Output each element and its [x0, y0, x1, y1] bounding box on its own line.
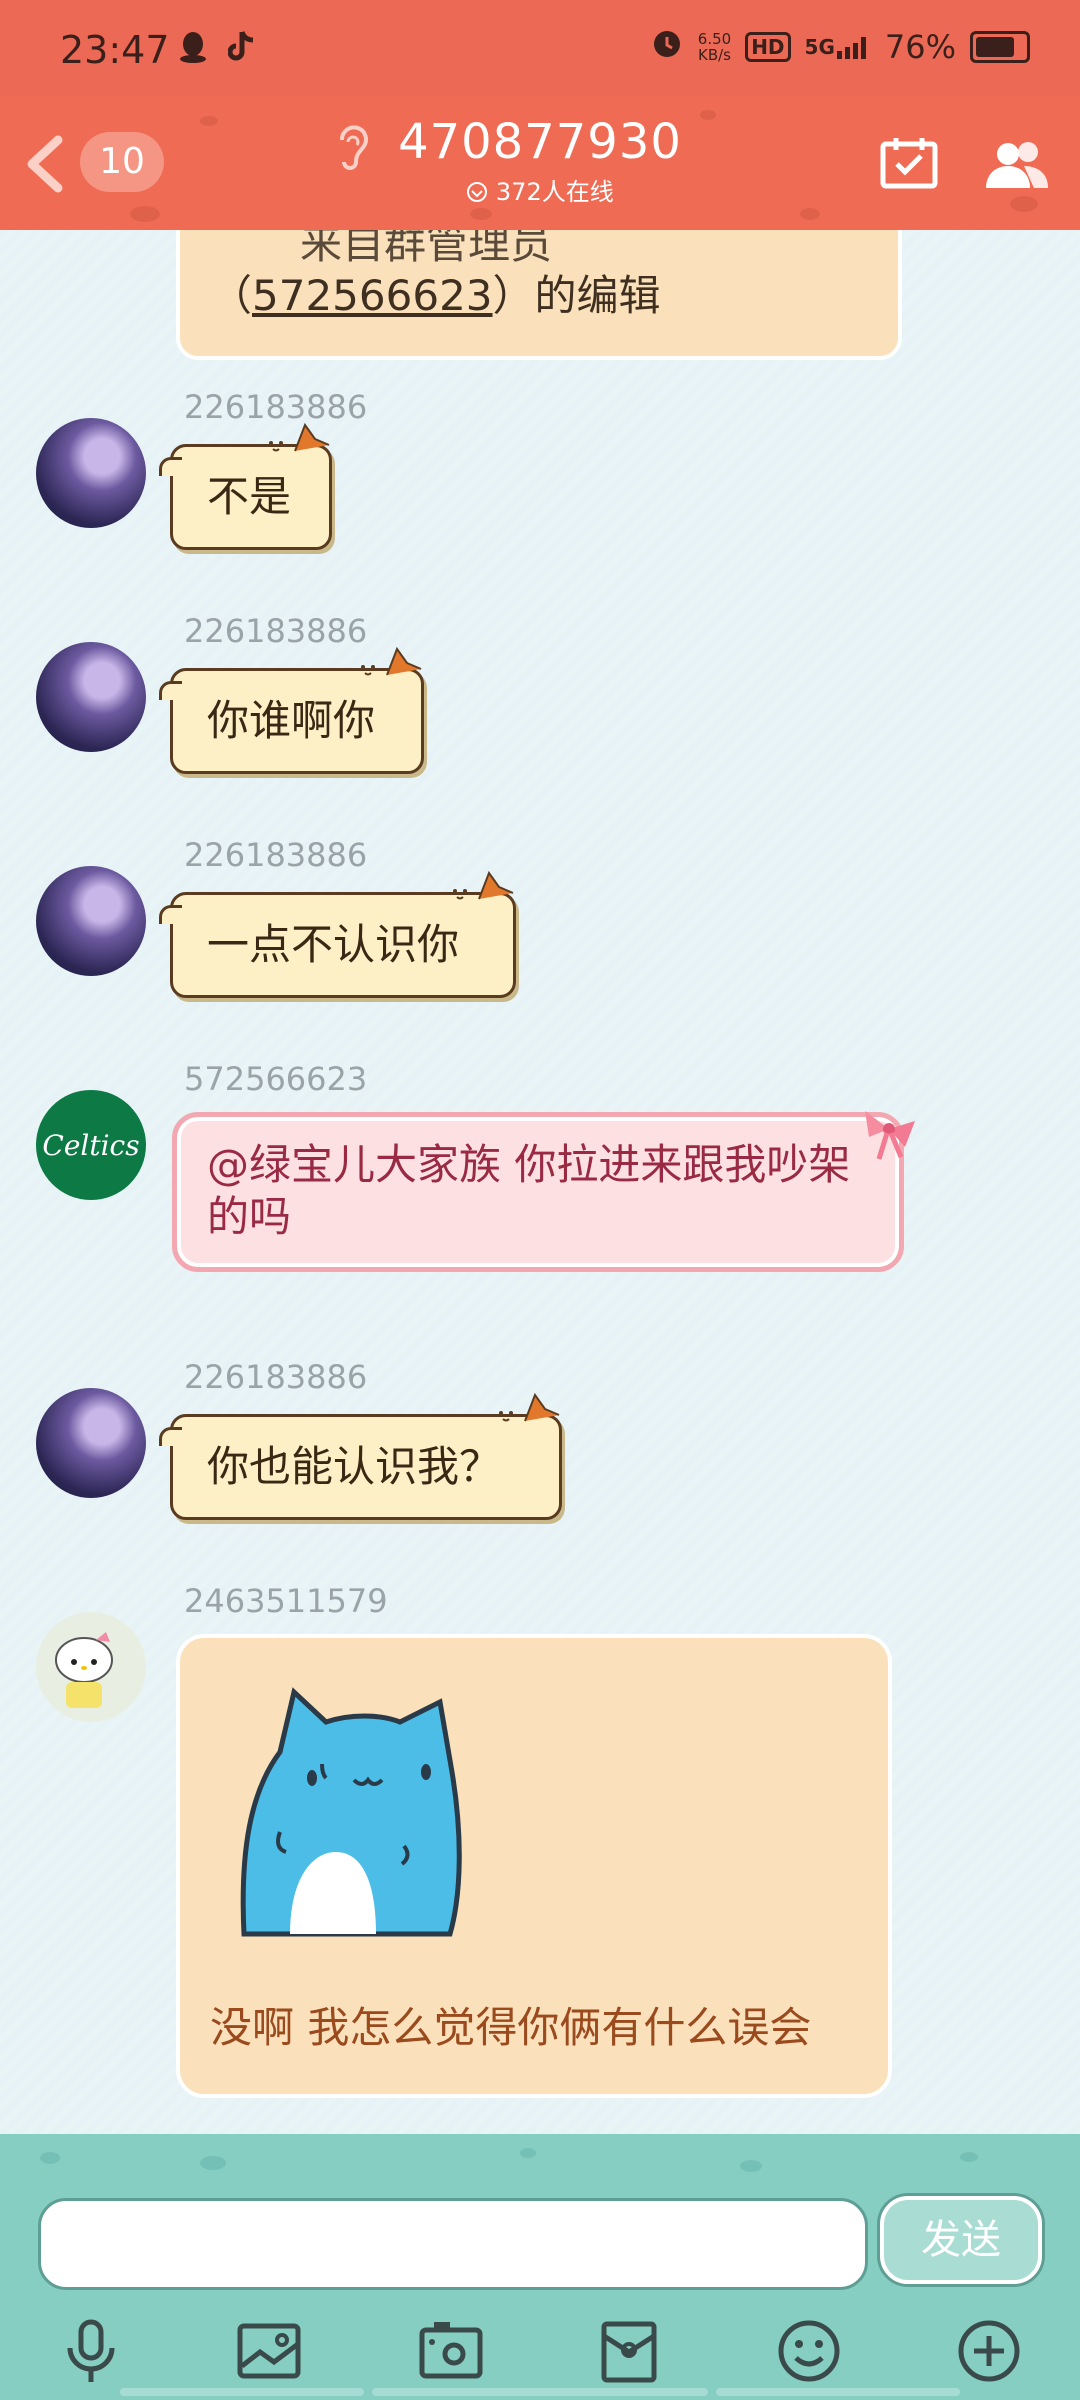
message-bubble[interactable]: 你也能认识我？ — [159, 1392, 562, 1520]
sender-id[interactable]: 226183886 — [184, 836, 367, 874]
net-speed: 6.50 KB/s — [697, 30, 732, 64]
qq-icon — [178, 32, 218, 72]
signal-icon: 5G — [805, 35, 871, 59]
cat-ears-icon — [361, 646, 422, 676]
battery-percent: 76% — [884, 28, 956, 66]
message-text: 你也能认识我？ — [207, 1442, 502, 1491]
sender-id[interactable]: 226183886 — [184, 612, 367, 650]
group-members-icon[interactable] — [984, 138, 1050, 190]
blue-cat-sticker[interactable] — [230, 1682, 470, 1938]
camera-icon[interactable] — [416, 2318, 486, 2384]
cat-ears-icon — [269, 422, 330, 452]
message-text: @绿宝儿大家族 你拉进来跟我吵架的吗 — [207, 1140, 851, 1241]
plus-icon[interactable] — [954, 2318, 1024, 2384]
bottom-tab-strip — [372, 2388, 708, 2396]
send-button[interactable]: 发送 — [880, 2196, 1042, 2284]
red-packet-icon[interactable] — [594, 2318, 664, 2384]
message-input[interactable] — [38, 2198, 868, 2290]
hello-kitty-icon — [55, 1632, 113, 1708]
calendar-check-icon[interactable] — [880, 136, 938, 190]
chat-header: 10 470877930 372人在线 — [0, 96, 1080, 230]
avatar[interactable] — [36, 866, 146, 976]
bow-icon — [865, 1111, 915, 1160]
avatar[interactable] — [36, 418, 146, 528]
bottom-tab-strip — [716, 2388, 960, 2396]
hd-badge: HD — [745, 32, 791, 62]
message-bubble[interactable]: 不是 — [159, 422, 332, 550]
tiktok-icon — [227, 31, 256, 72]
cat-ears-icon — [499, 1392, 560, 1422]
chat-title[interactable]: 470877930 372人在线 — [340, 114, 740, 207]
message-text: 你谁啊你 — [207, 696, 376, 745]
emoji-icon[interactable] — [774, 2318, 844, 2384]
message-text: 一点不认识你 — [207, 920, 460, 969]
sender-id[interactable]: 226183886 — [184, 1358, 367, 1396]
unread-count-badge[interactable]: 10 — [80, 132, 164, 192]
message-bubble[interactable]: @绿宝儿大家族 你拉进来跟我吵架的吗 — [172, 1111, 915, 1272]
message-bubble[interactable]: 你谁啊你 — [159, 646, 424, 774]
message-bubble[interactable]: 一点不认识你 — [159, 870, 516, 998]
cat-ears-icon — [453, 870, 514, 900]
group-number: 470877930 — [398, 114, 682, 170]
status-time: 23:47 — [60, 28, 170, 72]
admin-notice-bubble: 来自群管理员 （572566623）的编辑 — [176, 230, 902, 360]
sender-id[interactable]: 572566623 — [184, 1060, 367, 1098]
alarm-icon — [650, 26, 684, 68]
message-list[interactable]: 来自群管理员 （572566623）的编辑 226183886 不是 22618… — [0, 230, 1080, 2134]
message-bubble[interactable]: 没啊 我怎么觉得你俩有什么误会 — [176, 1634, 892, 2098]
ear-icon — [332, 122, 372, 172]
input-bar: 发送 — [0, 2134, 1080, 2400]
battery-icon — [970, 31, 1030, 63]
image-icon[interactable] — [234, 2318, 304, 2384]
avatar[interactable] — [36, 1388, 146, 1498]
message-text: 不是 — [207, 472, 292, 521]
message-text: 没啊 我怎么觉得你俩有什么误会 — [210, 2003, 812, 2052]
status-bar: 23:47 6.50 KB/s HD 5G 76% — [0, 0, 1080, 96]
avatar[interactable] — [36, 642, 146, 752]
bottom-tab-strip — [120, 2388, 364, 2396]
online-status-icon — [466, 178, 496, 206]
admin-id-link[interactable]: 572566623 — [252, 271, 493, 320]
avatar[interactable] — [36, 1612, 146, 1722]
back-arrow-icon[interactable] — [20, 134, 70, 194]
microphone-icon[interactable] — [56, 2318, 126, 2384]
avatar[interactable]: Celtics — [36, 1090, 146, 1200]
sender-id[interactable]: 2463511579 — [184, 1582, 388, 1620]
online-count: 372人在线 — [340, 172, 740, 207]
notice-line2: （572566623）的编辑 — [210, 271, 661, 320]
